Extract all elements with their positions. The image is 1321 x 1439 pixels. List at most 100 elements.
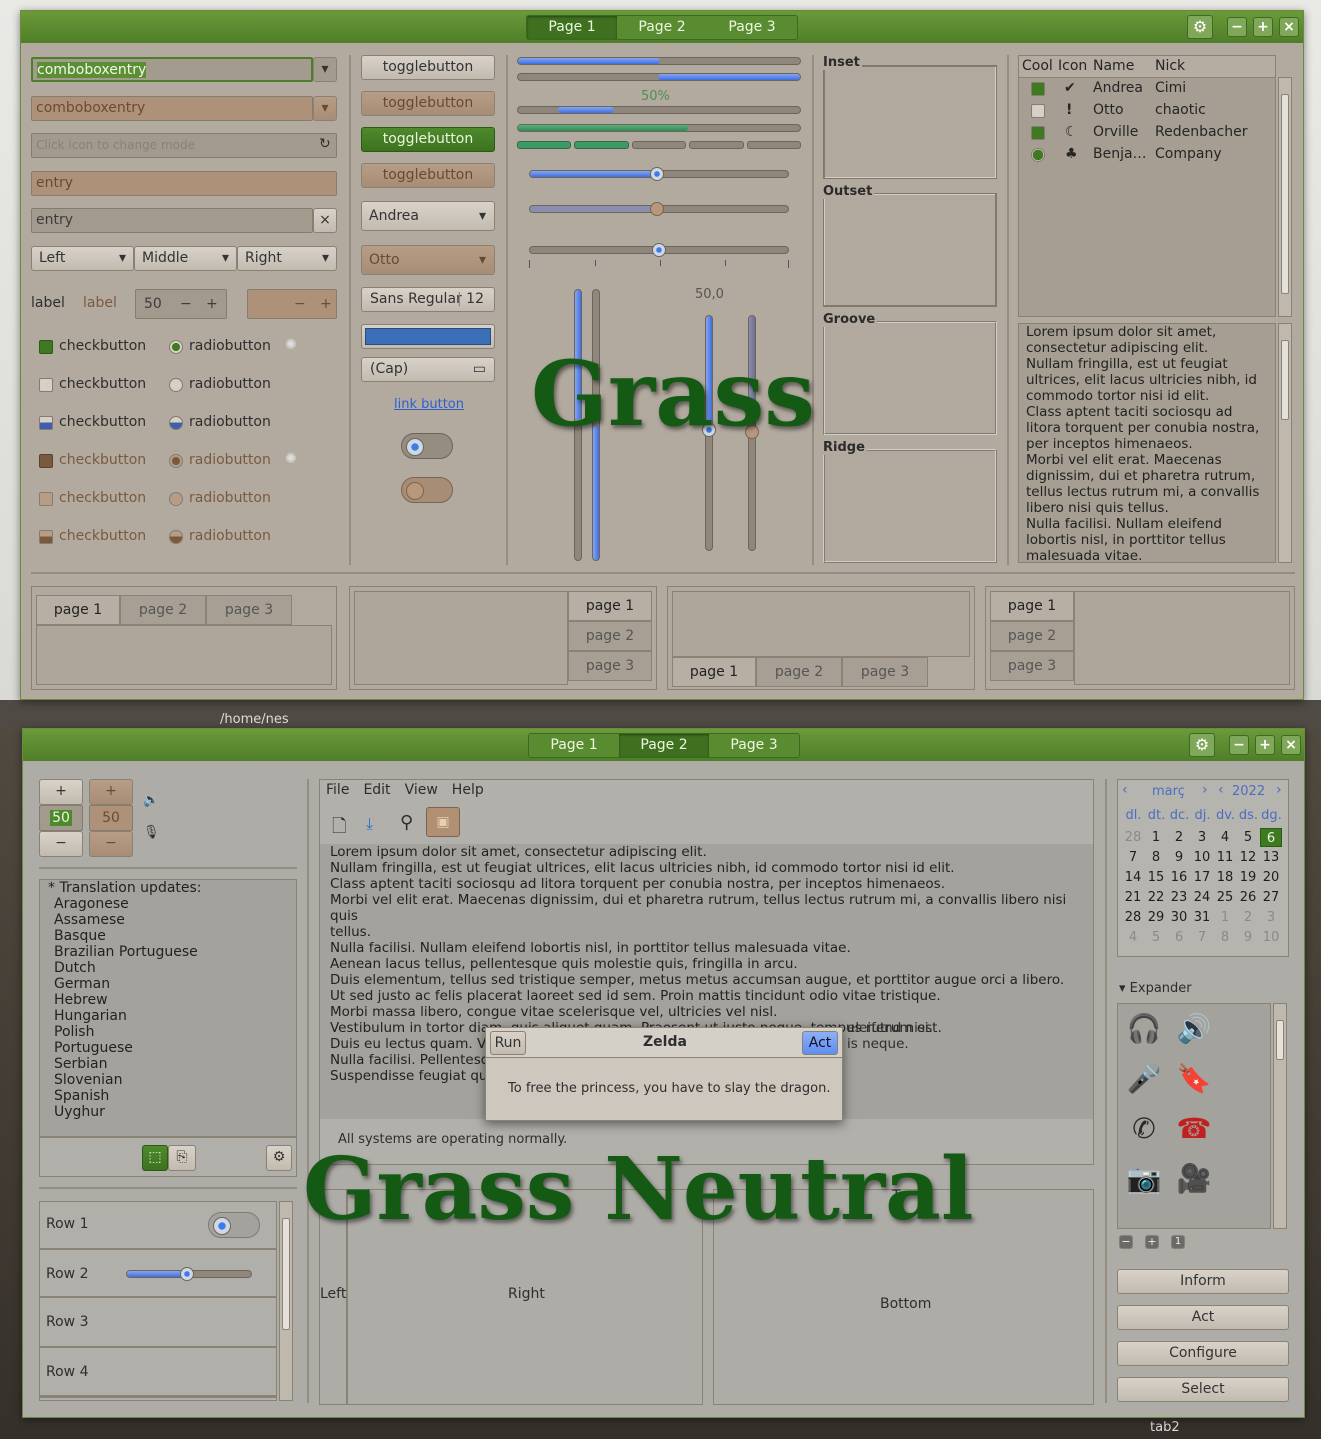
calendar-day[interactable]: 1 xyxy=(1214,908,1236,927)
calendar-day[interactable]: 23 xyxy=(1168,888,1190,907)
menu-edit[interactable]: Edit xyxy=(363,782,390,798)
remove-icon[interactable]: − xyxy=(1119,1235,1133,1249)
checkbox-checked-tan[interactable] xyxy=(39,454,53,468)
radio-unchecked-tan[interactable] xyxy=(169,492,183,506)
menu-view[interactable]: View xyxy=(405,782,438,798)
calendar-day[interactable]: 2 xyxy=(1168,828,1190,847)
camera-icon[interactable]: 📷 xyxy=(1124,1162,1164,1195)
tab-page-3[interactable]: page 3 xyxy=(990,651,1074,681)
gear-icon[interactable]: ⚙ xyxy=(1187,15,1213,39)
checkbox-inconsistent[interactable] xyxy=(39,416,53,430)
calendar-day[interactable]: 28 xyxy=(1122,828,1144,847)
calendar-day[interactable]: 16 xyxy=(1168,868,1190,887)
list-row[interactable]: Row 4 xyxy=(40,1348,276,1398)
cool-checkbox[interactable] xyxy=(1031,82,1045,96)
paste-icon[interactable]: ⎘ xyxy=(168,1145,196,1171)
bookmark-icon[interactable]: 🔖 xyxy=(1174,1062,1214,1095)
prev-year-icon[interactable]: ‹ xyxy=(1218,782,1224,798)
combo-andrea[interactable]: Andrea ▾ xyxy=(361,201,495,231)
spin-up-button[interactable]: + xyxy=(39,779,83,805)
switch-tan[interactable] xyxy=(401,477,453,503)
radio-checked-tan[interactable] xyxy=(169,454,183,468)
calendar-day[interactable]: 26 xyxy=(1237,888,1259,907)
spin-value-tan[interactable]: 50 xyxy=(89,805,133,831)
add-icon[interactable]: + xyxy=(1145,1235,1159,1249)
calendar-grid[interactable]: dl. dt. dc. dj. dv. ds. dg. 28 1 2 3 4 5 6 7 8 9 10 11 12 13… xyxy=(1122,808,1286,954)
tab-page-1[interactable]: page 1 xyxy=(990,591,1074,621)
calendar-day[interactable]: 22 xyxy=(1145,888,1167,907)
list-row[interactable]: Row 2 xyxy=(40,1250,276,1298)
checkbox-unchecked[interactable] xyxy=(39,378,53,392)
hangup-icon[interactable]: ☎ xyxy=(1174,1112,1214,1145)
calendar-day[interactable]: 15 xyxy=(1145,868,1167,887)
cool-checkbox[interactable] xyxy=(1031,104,1045,118)
calendar-day[interactable]: 2 xyxy=(1237,908,1259,927)
togglebutton-tan[interactable]: togglebutton xyxy=(361,91,495,116)
spin-button-tan[interactable]: − + xyxy=(247,289,337,319)
close-icon[interactable]: × xyxy=(1281,735,1301,755)
calendar-day[interactable]: 7 xyxy=(1191,928,1213,947)
file-chooser-button[interactable]: (Cap) ▭ xyxy=(361,357,495,382)
checkbox-unchecked-tan[interactable] xyxy=(39,492,53,506)
list-row[interactable]: Row 3 xyxy=(40,1298,276,1348)
phone-icon[interactable]: ✆ xyxy=(1124,1112,1164,1145)
calendar-day[interactable]: 6 xyxy=(1260,828,1282,847)
calendar-day[interactable]: 9 xyxy=(1168,848,1190,867)
search-icon[interactable]: ⚲ xyxy=(400,812,413,833)
row-switch[interactable] xyxy=(208,1212,260,1238)
stack-page-3[interactable]: Page 3 xyxy=(709,734,799,757)
download-icon[interactable]: ⤓ xyxy=(366,814,373,834)
prev-month-icon[interactable]: ‹ xyxy=(1122,782,1128,798)
list-row[interactable]: Row 1 xyxy=(40,1202,276,1250)
color-button[interactable] xyxy=(361,324,495,349)
vscale[interactable] xyxy=(574,289,582,561)
radio-inconsistent[interactable] xyxy=(169,416,183,430)
stack-page-2[interactable]: Page 2 xyxy=(619,734,709,757)
scale-slider-tan[interactable] xyxy=(650,202,664,216)
calendar-day[interactable]: 25 xyxy=(1214,888,1236,907)
tab-page-1[interactable]: page 1 xyxy=(36,595,120,625)
calendar-day[interactable]: 24 xyxy=(1191,888,1213,907)
calendar-day[interactable]: 4 xyxy=(1122,928,1144,947)
menu-file[interactable]: File xyxy=(326,782,349,798)
spin-down-button[interactable]: − xyxy=(39,831,83,857)
tab-page-3[interactable]: page 3 xyxy=(842,657,928,687)
refresh-icon[interactable]: ↻ xyxy=(319,136,331,152)
vscale-slider-tan[interactable] xyxy=(745,425,759,439)
calendar-day[interactable]: 8 xyxy=(1214,928,1236,947)
combo-otto[interactable]: Otto ▾ xyxy=(361,245,495,275)
clear-icon[interactable]: × xyxy=(313,208,337,233)
column-header-cool[interactable]: Cool xyxy=(1022,58,1053,74)
column-header-nick[interactable]: Nick xyxy=(1155,58,1185,74)
calendar-day[interactable]: 14 xyxy=(1122,868,1144,887)
video-camera-icon[interactable]: 🎥 xyxy=(1174,1162,1214,1195)
number-icon[interactable]: 1 xyxy=(1171,1235,1185,1249)
translation-tree[interactable]: * Translation updates: Aragonese Assamese… xyxy=(39,879,297,1137)
tab-page-1[interactable]: page 1 xyxy=(568,591,652,621)
link-button[interactable]: link button xyxy=(394,397,464,412)
maximize-icon[interactable]: + xyxy=(1253,17,1273,37)
text-scrollbar[interactable] xyxy=(1278,323,1292,563)
calendar-day[interactable]: 8 xyxy=(1145,848,1167,867)
vscale-slider[interactable] xyxy=(702,423,716,437)
vscale-2[interactable] xyxy=(592,289,600,561)
combo-middle[interactable]: Middle ▾ xyxy=(134,246,237,271)
act-button[interactable]: Act xyxy=(802,1031,838,1055)
minimize-icon[interactable]: − xyxy=(1227,17,1247,37)
calendar-day[interactable]: 19 xyxy=(1237,868,1259,887)
tab-page-1[interactable]: page 1 xyxy=(672,657,756,687)
volume-icon[interactable]: 🔉 xyxy=(143,793,159,808)
calendar-day[interactable]: 3 xyxy=(1260,908,1282,927)
select-button[interactable]: Select xyxy=(1117,1377,1289,1402)
insert-image-icon[interactable]: ▣ xyxy=(426,807,460,837)
stack-page-1[interactable]: Page 1 xyxy=(529,734,619,757)
tree-scrollbar[interactable] xyxy=(1278,77,1292,317)
next-year-icon[interactable]: › xyxy=(1276,782,1282,798)
stack-page-2[interactable]: Page 2 xyxy=(617,16,707,39)
run-button[interactable]: Run xyxy=(490,1031,526,1055)
next-month-icon[interactable]: › xyxy=(1202,782,1208,798)
spin-down-button-tan[interactable]: − xyxy=(89,831,133,857)
calendar-day[interactable]: 10 xyxy=(1260,928,1282,947)
menu-help[interactable]: Help xyxy=(452,782,484,798)
radio-unchecked[interactable] xyxy=(169,378,183,392)
